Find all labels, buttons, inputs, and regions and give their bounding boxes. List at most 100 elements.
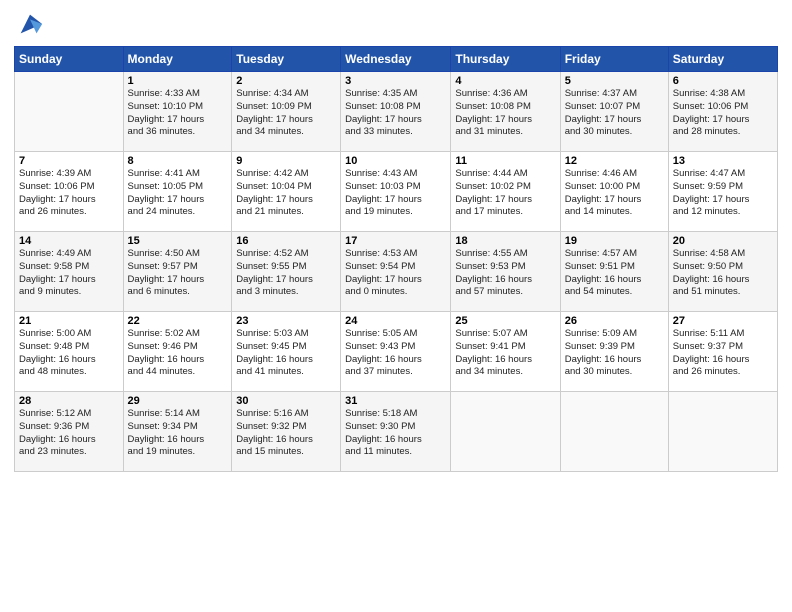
- day-info: Sunrise: 4:39 AMSunset: 10:06 PMDaylight…: [19, 168, 119, 219]
- calendar-cell: 7Sunrise: 4:39 AMSunset: 10:06 PMDayligh…: [15, 152, 124, 232]
- day-number: 16: [236, 235, 336, 247]
- calendar-cell: [668, 392, 777, 472]
- calendar-cell: 25Sunrise: 5:07 AMSunset: 9:41 PMDayligh…: [451, 312, 560, 392]
- weekday-header-thursday: Thursday: [451, 47, 560, 72]
- calendar-cell: [15, 72, 124, 152]
- day-info: Sunrise: 5:18 AMSunset: 9:30 PMDaylight:…: [345, 408, 446, 459]
- week-row-3: 14Sunrise: 4:49 AMSunset: 9:58 PMDayligh…: [15, 232, 778, 312]
- weekday-header-monday: Monday: [123, 47, 232, 72]
- day-number: 3: [345, 75, 446, 87]
- header: [14, 10, 778, 38]
- day-info: Sunrise: 5:09 AMSunset: 9:39 PMDaylight:…: [565, 328, 664, 379]
- day-info: Sunrise: 4:38 AMSunset: 10:06 PMDaylight…: [673, 88, 773, 139]
- logo-icon: [16, 10, 44, 38]
- weekday-header-friday: Friday: [560, 47, 668, 72]
- day-info: Sunrise: 5:16 AMSunset: 9:32 PMDaylight:…: [236, 408, 336, 459]
- day-info: Sunrise: 5:03 AMSunset: 9:45 PMDaylight:…: [236, 328, 336, 379]
- day-number: 5: [565, 75, 664, 87]
- day-number: 10: [345, 155, 446, 167]
- calendar-cell: 15Sunrise: 4:50 AMSunset: 9:57 PMDayligh…: [123, 232, 232, 312]
- day-number: 7: [19, 155, 119, 167]
- calendar-cell: 9Sunrise: 4:42 AMSunset: 10:04 PMDayligh…: [232, 152, 341, 232]
- day-number: 17: [345, 235, 446, 247]
- day-number: 13: [673, 155, 773, 167]
- day-info: Sunrise: 5:14 AMSunset: 9:34 PMDaylight:…: [128, 408, 228, 459]
- day-number: 9: [236, 155, 336, 167]
- calendar-cell: 24Sunrise: 5:05 AMSunset: 9:43 PMDayligh…: [341, 312, 451, 392]
- weekday-header-sunday: Sunday: [15, 47, 124, 72]
- calendar-cell: 8Sunrise: 4:41 AMSunset: 10:05 PMDayligh…: [123, 152, 232, 232]
- day-info: Sunrise: 4:34 AMSunset: 10:09 PMDaylight…: [236, 88, 336, 139]
- calendar-cell: 11Sunrise: 4:44 AMSunset: 10:02 PMDaylig…: [451, 152, 560, 232]
- day-info: Sunrise: 4:58 AMSunset: 9:50 PMDaylight:…: [673, 248, 773, 299]
- day-number: 19: [565, 235, 664, 247]
- day-number: 12: [565, 155, 664, 167]
- day-number: 11: [455, 155, 555, 167]
- day-info: Sunrise: 5:05 AMSunset: 9:43 PMDaylight:…: [345, 328, 446, 379]
- day-info: Sunrise: 4:47 AMSunset: 9:59 PMDaylight:…: [673, 168, 773, 219]
- calendar-cell: 21Sunrise: 5:00 AMSunset: 9:48 PMDayligh…: [15, 312, 124, 392]
- day-number: 26: [565, 315, 664, 327]
- day-number: 23: [236, 315, 336, 327]
- week-row-4: 21Sunrise: 5:00 AMSunset: 9:48 PMDayligh…: [15, 312, 778, 392]
- calendar-cell: 31Sunrise: 5:18 AMSunset: 9:30 PMDayligh…: [341, 392, 451, 472]
- logo: [14, 10, 44, 38]
- day-info: Sunrise: 4:43 AMSunset: 10:03 PMDaylight…: [345, 168, 446, 219]
- day-info: Sunrise: 4:44 AMSunset: 10:02 PMDaylight…: [455, 168, 555, 219]
- calendar-table: SundayMondayTuesdayWednesdayThursdayFrid…: [14, 46, 778, 472]
- calendar-cell: 13Sunrise: 4:47 AMSunset: 9:59 PMDayligh…: [668, 152, 777, 232]
- calendar-cell: 14Sunrise: 4:49 AMSunset: 9:58 PMDayligh…: [15, 232, 124, 312]
- day-number: 25: [455, 315, 555, 327]
- day-info: Sunrise: 4:33 AMSunset: 10:10 PMDaylight…: [128, 88, 228, 139]
- calendar-cell: 23Sunrise: 5:03 AMSunset: 9:45 PMDayligh…: [232, 312, 341, 392]
- weekday-header-saturday: Saturday: [668, 47, 777, 72]
- calendar-cell: 18Sunrise: 4:55 AMSunset: 9:53 PMDayligh…: [451, 232, 560, 312]
- calendar-cell: 2Sunrise: 4:34 AMSunset: 10:09 PMDayligh…: [232, 72, 341, 152]
- day-number: 21: [19, 315, 119, 327]
- day-number: 28: [19, 395, 119, 407]
- calendar-cell: 6Sunrise: 4:38 AMSunset: 10:06 PMDayligh…: [668, 72, 777, 152]
- day-info: Sunrise: 4:57 AMSunset: 9:51 PMDaylight:…: [565, 248, 664, 299]
- calendar-cell: 3Sunrise: 4:35 AMSunset: 10:08 PMDayligh…: [341, 72, 451, 152]
- calendar-cell: 4Sunrise: 4:36 AMSunset: 10:08 PMDayligh…: [451, 72, 560, 152]
- calendar-cell: [451, 392, 560, 472]
- calendar-cell: 1Sunrise: 4:33 AMSunset: 10:10 PMDayligh…: [123, 72, 232, 152]
- calendar-cell: 16Sunrise: 4:52 AMSunset: 9:55 PMDayligh…: [232, 232, 341, 312]
- day-info: Sunrise: 5:11 AMSunset: 9:37 PMDaylight:…: [673, 328, 773, 379]
- weekday-header-row: SundayMondayTuesdayWednesdayThursdayFrid…: [15, 47, 778, 72]
- calendar-cell: 20Sunrise: 4:58 AMSunset: 9:50 PMDayligh…: [668, 232, 777, 312]
- week-row-5: 28Sunrise: 5:12 AMSunset: 9:36 PMDayligh…: [15, 392, 778, 472]
- day-info: Sunrise: 4:49 AMSunset: 9:58 PMDaylight:…: [19, 248, 119, 299]
- day-number: 20: [673, 235, 773, 247]
- day-number: 18: [455, 235, 555, 247]
- day-info: Sunrise: 4:53 AMSunset: 9:54 PMDaylight:…: [345, 248, 446, 299]
- day-info: Sunrise: 4:55 AMSunset: 9:53 PMDaylight:…: [455, 248, 555, 299]
- day-info: Sunrise: 4:36 AMSunset: 10:08 PMDaylight…: [455, 88, 555, 139]
- calendar-cell: 5Sunrise: 4:37 AMSunset: 10:07 PMDayligh…: [560, 72, 668, 152]
- day-number: 4: [455, 75, 555, 87]
- day-number: 29: [128, 395, 228, 407]
- calendar-cell: [560, 392, 668, 472]
- day-number: 30: [236, 395, 336, 407]
- calendar-cell: 29Sunrise: 5:14 AMSunset: 9:34 PMDayligh…: [123, 392, 232, 472]
- calendar-cell: 28Sunrise: 5:12 AMSunset: 9:36 PMDayligh…: [15, 392, 124, 472]
- week-row-2: 7Sunrise: 4:39 AMSunset: 10:06 PMDayligh…: [15, 152, 778, 232]
- weekday-header-wednesday: Wednesday: [341, 47, 451, 72]
- calendar-cell: 10Sunrise: 4:43 AMSunset: 10:03 PMDaylig…: [341, 152, 451, 232]
- day-number: 27: [673, 315, 773, 327]
- day-info: Sunrise: 4:46 AMSunset: 10:00 PMDaylight…: [565, 168, 664, 219]
- calendar-cell: 26Sunrise: 5:09 AMSunset: 9:39 PMDayligh…: [560, 312, 668, 392]
- day-info: Sunrise: 5:07 AMSunset: 9:41 PMDaylight:…: [455, 328, 555, 379]
- day-number: 8: [128, 155, 228, 167]
- day-info: Sunrise: 4:52 AMSunset: 9:55 PMDaylight:…: [236, 248, 336, 299]
- day-number: 2: [236, 75, 336, 87]
- day-number: 1: [128, 75, 228, 87]
- day-info: Sunrise: 4:37 AMSunset: 10:07 PMDaylight…: [565, 88, 664, 139]
- calendar-cell: 30Sunrise: 5:16 AMSunset: 9:32 PMDayligh…: [232, 392, 341, 472]
- day-number: 14: [19, 235, 119, 247]
- calendar-cell: 27Sunrise: 5:11 AMSunset: 9:37 PMDayligh…: [668, 312, 777, 392]
- calendar-cell: 19Sunrise: 4:57 AMSunset: 9:51 PMDayligh…: [560, 232, 668, 312]
- day-info: Sunrise: 5:12 AMSunset: 9:36 PMDaylight:…: [19, 408, 119, 459]
- calendar-cell: 12Sunrise: 4:46 AMSunset: 10:00 PMDaylig…: [560, 152, 668, 232]
- day-info: Sunrise: 4:42 AMSunset: 10:04 PMDaylight…: [236, 168, 336, 219]
